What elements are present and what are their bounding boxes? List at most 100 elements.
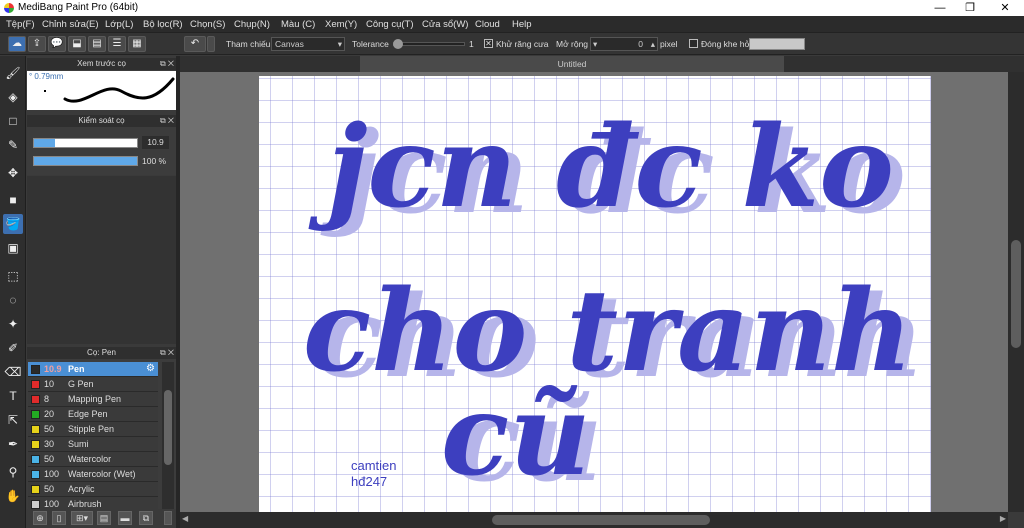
redo-handle[interactable] [207, 36, 215, 52]
share-icon[interactable]: ⇪ [28, 36, 46, 52]
brush-opacity-fill [34, 157, 137, 165]
dropper-tool-icon[interactable]: ✒ [3, 434, 23, 454]
menu-color[interactable]: Màu (C) [281, 19, 315, 30]
select-eraser-tool-icon[interactable]: ⌫ [3, 362, 23, 382]
close-gap-checkbox[interactable] [689, 39, 698, 48]
new-page-icon[interactable]: ▯ [52, 511, 66, 525]
add-brush-icon[interactable]: ⊕ [33, 511, 47, 525]
brush-list-item[interactable]: 50 Watercolor [28, 452, 158, 467]
brush-list-item[interactable]: 10 G Pen [28, 377, 158, 392]
expand-stepper[interactable]: ▾ 0 ▴ [590, 37, 658, 51]
eraser-tool-icon[interactable]: ◈ [3, 87, 23, 107]
brush-size-value[interactable]: 10.9 [142, 136, 169, 149]
window-title: MediBang Paint Pro (64bit) [18, 2, 139, 13]
scroll-left-icon[interactable]: ◀ [182, 514, 188, 523]
undo-icon[interactable]: ↶ [184, 36, 206, 52]
grid-icon[interactable]: ▦ [128, 36, 146, 52]
hand-tool-icon[interactable]: ✋ [3, 486, 23, 506]
tool-palette: 🖌 ◈ □ ✎ ✥ ■ 🪣 ▣ ⬚ ◌ ✦ ✐ ⌫ T ⇱ ✒ ⚲ ✋ [0, 56, 26, 528]
brush-list-item[interactable]: 100 Airbrush [28, 497, 158, 509]
tolerance-slider[interactable] [393, 39, 465, 49]
comment-icon[interactable]: 💬 [48, 36, 66, 52]
close-gap-slider[interactable] [749, 38, 805, 50]
panel-resize-handle[interactable] [164, 511, 172, 525]
folder-icon[interactable]: ▬ [118, 511, 132, 525]
panel-buttons-icon[interactable]: ⧉ ✕ [160, 115, 174, 127]
eyedropper-tool-icon[interactable]: ⚲ [3, 462, 23, 482]
signature-line2: hđ247 [351, 474, 387, 489]
brush-list-item[interactable]: 10.9 Pen ⚙ [28, 362, 158, 377]
brush-color-swatch [31, 395, 40, 404]
brush-settings-icon[interactable]: ⚙ [146, 363, 155, 374]
bucket-tool-icon[interactable]: 🪣 [3, 214, 23, 234]
brush-color-swatch [31, 380, 40, 389]
menu-bar: Tệp(F) Chỉnh sửa(E) Lớp(L) Bộ lọc(R) Chọ… [0, 16, 1024, 33]
restore-icon[interactable]: ❐ [955, 0, 985, 16]
brush-size: 8 [44, 394, 50, 404]
brush-list-scrollbar[interactable] [162, 362, 174, 509]
gradient-tool-icon[interactable]: ▣ [3, 238, 23, 258]
menu-filter[interactable]: Bộ lọc(R) [143, 19, 183, 30]
menu-file[interactable]: Tệp(F) [6, 19, 35, 30]
signature-line1: camtien [351, 458, 397, 473]
select-pen-tool-icon[interactable]: ✐ [3, 338, 23, 358]
lasso-tool-icon[interactable]: ◌ [3, 290, 23, 310]
brush-list-item[interactable]: 8 Mapping Pen [28, 392, 158, 407]
scroll-right-icon[interactable]: ▶ [1000, 514, 1006, 523]
horizontal-scroll-thumb[interactable] [492, 515, 710, 525]
panel-buttons-icon[interactable]: ⧉ ✕ [160, 347, 174, 359]
list-icon[interactable]: ☰ [108, 36, 126, 52]
brush-name: Stipple Pen [68, 424, 115, 434]
vertical-scrollbar[interactable] [1008, 72, 1024, 512]
brush-list-item[interactable]: 100 Watercolor (Wet) [28, 467, 158, 482]
document-icon[interactable]: ▤ [88, 36, 106, 52]
workspace: .ink{font-family:"DejaVu Serif",serif;fo… [180, 72, 1008, 512]
brush-tool-icon[interactable]: 🖌 [3, 63, 23, 83]
settings-page-icon[interactable]: ▤ [97, 511, 111, 525]
menu-layer[interactable]: Lớp(L) [105, 19, 133, 30]
close-icon[interactable]: ✕ [990, 0, 1020, 16]
menu-capture[interactable]: Chụp(N) [234, 19, 270, 30]
brush-name: Acrylic [68, 484, 95, 494]
operation-tool-icon[interactable]: ⇱ [3, 410, 23, 430]
brush-list-scroll-thumb[interactable] [164, 390, 172, 465]
reference-select[interactable]: Canvas ▾ [271, 37, 345, 51]
horizontal-scrollbar[interactable]: ◀ ▶ [180, 512, 1008, 528]
brush-size: 30 [44, 439, 55, 449]
brush-size: 10 [44, 379, 55, 389]
menu-view[interactable]: Xem(Y) [325, 19, 357, 30]
rectangle-tool-icon[interactable]: □ [3, 111, 23, 131]
panel-buttons-icon[interactable]: ⧉ ✕ [160, 58, 174, 70]
export-icon[interactable]: ⬓ [68, 36, 86, 52]
menu-window[interactable]: Cửa sổ(W) [422, 19, 468, 30]
brush-list-item[interactable]: 30 Sumi [28, 437, 158, 452]
brush-list-item[interactable]: 50 Stipple Pen [28, 422, 158, 437]
brush-list-item[interactable]: 50 Acrylic [28, 482, 158, 497]
brush-size-slider[interactable] [33, 138, 138, 148]
cloud-icon[interactable]: ☁ [8, 36, 26, 52]
menu-select[interactable]: Chọn(S) [190, 19, 225, 30]
select-rect-tool-icon[interactable]: ⬚ [3, 266, 23, 286]
vertical-scroll-thumb[interactable] [1011, 240, 1021, 348]
tolerance-slider-knob[interactable] [393, 39, 403, 49]
menu-edit[interactable]: Chỉnh sửa(E) [42, 19, 99, 30]
magic-wand-tool-icon[interactable]: ✦ [3, 314, 23, 334]
add-menu-icon[interactable]: ⊞▾ [71, 511, 93, 525]
tab-untitled[interactable]: Untitled [360, 56, 784, 72]
brush-list-item[interactable]: 20 Edge Pen [28, 407, 158, 422]
menu-tools[interactable]: Công cụ(T) [366, 19, 414, 30]
menu-cloud[interactable]: Cloud [475, 19, 500, 30]
duplicate-icon[interactable]: ⧉ [139, 511, 153, 525]
drawing-canvas[interactable]: .ink{font-family:"DejaVu Serif",serif;fo… [259, 76, 931, 512]
brush-color-swatch [31, 365, 40, 374]
antialias-checkbox[interactable]: ✕ [484, 39, 493, 48]
minimize-icon[interactable]: — [925, 0, 955, 16]
fill-rect-tool-icon[interactable]: ■ [3, 190, 23, 210]
pen-vector-tool-icon[interactable]: ✎ [3, 135, 23, 155]
menu-help[interactable]: Help [512, 19, 532, 30]
move-tool-icon[interactable]: ✥ [3, 163, 23, 183]
brush-opacity-slider[interactable] [33, 156, 138, 166]
brush-name: Watercolor (Wet) [68, 469, 136, 479]
brush-list-header: Cọ: Pen ⧉ ✕ [27, 347, 176, 359]
text-tool-icon[interactable]: T [3, 386, 23, 406]
